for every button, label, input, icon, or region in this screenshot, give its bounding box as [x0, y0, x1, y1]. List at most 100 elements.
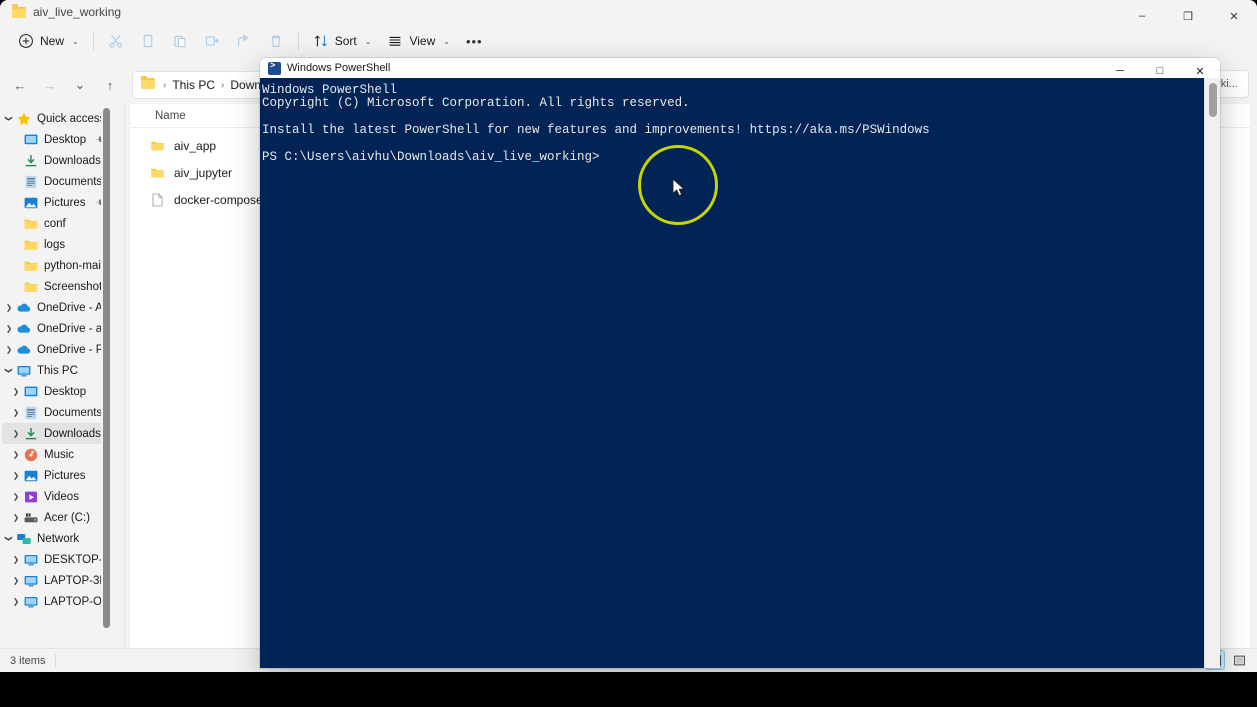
- chevron-right-icon[interactable]: ❯: [9, 513, 23, 522]
- sidebar-item-documents[interactable]: Documents📌: [2, 171, 112, 192]
- sidebar-item-laptop-3kefof[interactable]: ❯LAPTOP-3KEFOF: [2, 570, 112, 591]
- view-button[interactable]: View ⌄: [379, 27, 458, 55]
- chevron-right-icon[interactable]: ❯: [9, 576, 23, 585]
- back-button[interactable]: ←: [6, 71, 34, 99]
- folder-icon: [151, 141, 164, 150]
- sidebar-item-onedrive-person[interactable]: ❯OneDrive - Person: [2, 339, 112, 360]
- forward-button[interactable]: →: [36, 71, 64, 99]
- sidebar-scrollbar-thumb[interactable]: [103, 108, 110, 628]
- pane-divider[interactable]: [124, 104, 125, 648]
- pc-icon: [23, 594, 39, 610]
- documents-icon: [23, 405, 39, 421]
- delete-button[interactable]: [260, 27, 292, 55]
- pictures-icon: [23, 468, 39, 484]
- cloud-icon: [16, 321, 32, 337]
- download-icon: [25, 427, 37, 439]
- chevron-right-icon[interactable]: ❯: [9, 471, 23, 480]
- column-header-name[interactable]: Name ⌃: [130, 110, 280, 123]
- pc-icon: [16, 363, 32, 379]
- new-button[interactable]: New ⌄: [10, 27, 87, 55]
- powershell-console-output[interactable]: Windows PowerShell Copyright (C) Microsof…: [260, 78, 1204, 668]
- sidebar-item-pictures[interactable]: ❯ Pictures: [2, 465, 110, 486]
- cut-button[interactable]: [100, 27, 132, 55]
- sidebar-item-screenshots[interactable]: Screenshots: [2, 276, 110, 297]
- sidebar-item-desktop[interactable]: Desktop📌: [2, 129, 110, 150]
- file-name-label: aiv_jupyter: [174, 165, 233, 180]
- drive-icon: [23, 510, 39, 526]
- up-button[interactable]: ↑: [96, 71, 124, 99]
- documents-icon: [25, 406, 37, 419]
- sidebar-item-quick-access[interactable]: ❯ Quick access: [2, 108, 110, 129]
- chevron-right-icon[interactable]: ❯: [9, 450, 23, 459]
- sidebar-item-downloads[interactable]: Downloads📌: [2, 150, 112, 171]
- scissors-icon: [109, 34, 122, 48]
- sidebar-item-label: This PC: [37, 364, 78, 377]
- recent-locations-button[interactable]: ⌄: [66, 71, 94, 99]
- sidebar-item-videos[interactable]: ❯ Videos: [2, 486, 110, 507]
- sidebar-item-label: Desktop: [44, 133, 87, 146]
- pictures-icon: [24, 197, 38, 208]
- more-options-button[interactable]: •••: [458, 27, 491, 55]
- chevron-right-icon[interactable]: ❯: [9, 387, 23, 396]
- sidebar-item-conf[interactable]: conf: [2, 213, 110, 234]
- powershell-title-label: Windows PowerShell: [287, 62, 391, 74]
- cloud-icon: [17, 324, 31, 333]
- powershell-scrollbar[interactable]: [1204, 78, 1220, 668]
- cloud-icon: [16, 300, 32, 316]
- chevron-right-icon[interactable]: ❯: [2, 303, 16, 312]
- folder-icon: [23, 237, 39, 253]
- chevron-down-icon[interactable]: ❯: [5, 112, 14, 126]
- sidebar-item-logs[interactable]: logs: [2, 234, 110, 255]
- sidebar-item-label: Music: [44, 448, 75, 461]
- large-icons-view-icon: [1233, 655, 1245, 665]
- chevron-down-icon[interactable]: ❯: [5, 532, 14, 546]
- chevron-down-icon[interactable]: ❯: [5, 364, 14, 378]
- sidebar-item-documents[interactable]: ❯ Documents: [2, 402, 110, 423]
- chevron-right-icon[interactable]: ❯: [9, 492, 23, 501]
- sidebar-item-desktop[interactable]: ❯ Desktop: [2, 381, 110, 402]
- file-icon: [152, 193, 163, 206]
- breadcrumb-separator: ›: [221, 79, 225, 91]
- paste-button[interactable]: [164, 27, 196, 55]
- sidebar-item-onedrive-aivhu[interactable]: ❯OneDrive - AIVHU: [2, 297, 112, 318]
- powershell-scrollbar-thumb[interactable]: [1209, 83, 1217, 117]
- toolbar-divider-2: [297, 32, 299, 50]
- copy-button[interactable]: [132, 27, 164, 55]
- share-button[interactable]: [228, 27, 260, 55]
- sidebar-item-python-main[interactable]: python-main: [2, 255, 110, 276]
- powershell-window[interactable]: Windows PowerShell ─ □ ✕ Windows PowerSh…: [260, 58, 1220, 668]
- chevron-right-icon[interactable]: ❯: [2, 345, 16, 354]
- sidebar-item-laptop-on5q6[interactable]: ❯LAPTOP-ON5Q6: [2, 591, 112, 612]
- powershell-titlebar[interactable]: Windows PowerShell: [260, 58, 1220, 78]
- network-icon: [17, 533, 31, 544]
- folder-icon: [23, 279, 39, 295]
- sidebar-item-pictures[interactable]: Pictures📌: [2, 192, 110, 213]
- chevron-down-icon: ⌄: [72, 36, 79, 46]
- chevron-right-icon[interactable]: ❯: [9, 555, 23, 564]
- explorer-tab-label: aiv_live_working: [33, 5, 122, 19]
- sidebar-item-onedrive-aivhub[interactable]: ❯OneDrive - aivhub: [2, 318, 112, 339]
- chevron-right-icon[interactable]: ❯: [2, 324, 16, 333]
- sidebar-scrollbar[interactable]: [101, 106, 112, 646]
- breadcrumb-this-pc[interactable]: This PC: [172, 78, 215, 92]
- large-icons-view-button[interactable]: [1229, 650, 1249, 670]
- chevron-right-icon[interactable]: ❯: [9, 429, 23, 438]
- chevron-right-icon[interactable]: ❯: [9, 597, 23, 606]
- sidebar-item-music[interactable]: ❯ Music: [2, 444, 110, 465]
- documents-icon: [23, 174, 39, 190]
- chevron-right-icon[interactable]: ❯: [9, 408, 23, 417]
- sort-button[interactable]: Sort ⌄: [305, 27, 380, 55]
- explorer-tab[interactable]: aiv_live_working: [8, 0, 131, 24]
- pc-icon: [24, 575, 38, 586]
- documents-icon: [25, 175, 37, 188]
- sidebar-item-acer-c[interactable]: ❯ Acer (C:): [2, 507, 110, 528]
- plus-circle-icon: [19, 34, 33, 48]
- sidebar-item-network[interactable]: ❯ Network: [2, 528, 110, 549]
- sidebar-item-downloads[interactable]: ❯ Downloads: [2, 423, 110, 444]
- sidebar-item-this-pc[interactable]: ❯ This PC: [2, 360, 110, 381]
- rename-button[interactable]: [196, 27, 228, 55]
- folder-icon: [24, 240, 38, 250]
- sidebar-item-desktop-6t51e[interactable]: ❯DESKTOP-6T51E: [2, 549, 112, 570]
